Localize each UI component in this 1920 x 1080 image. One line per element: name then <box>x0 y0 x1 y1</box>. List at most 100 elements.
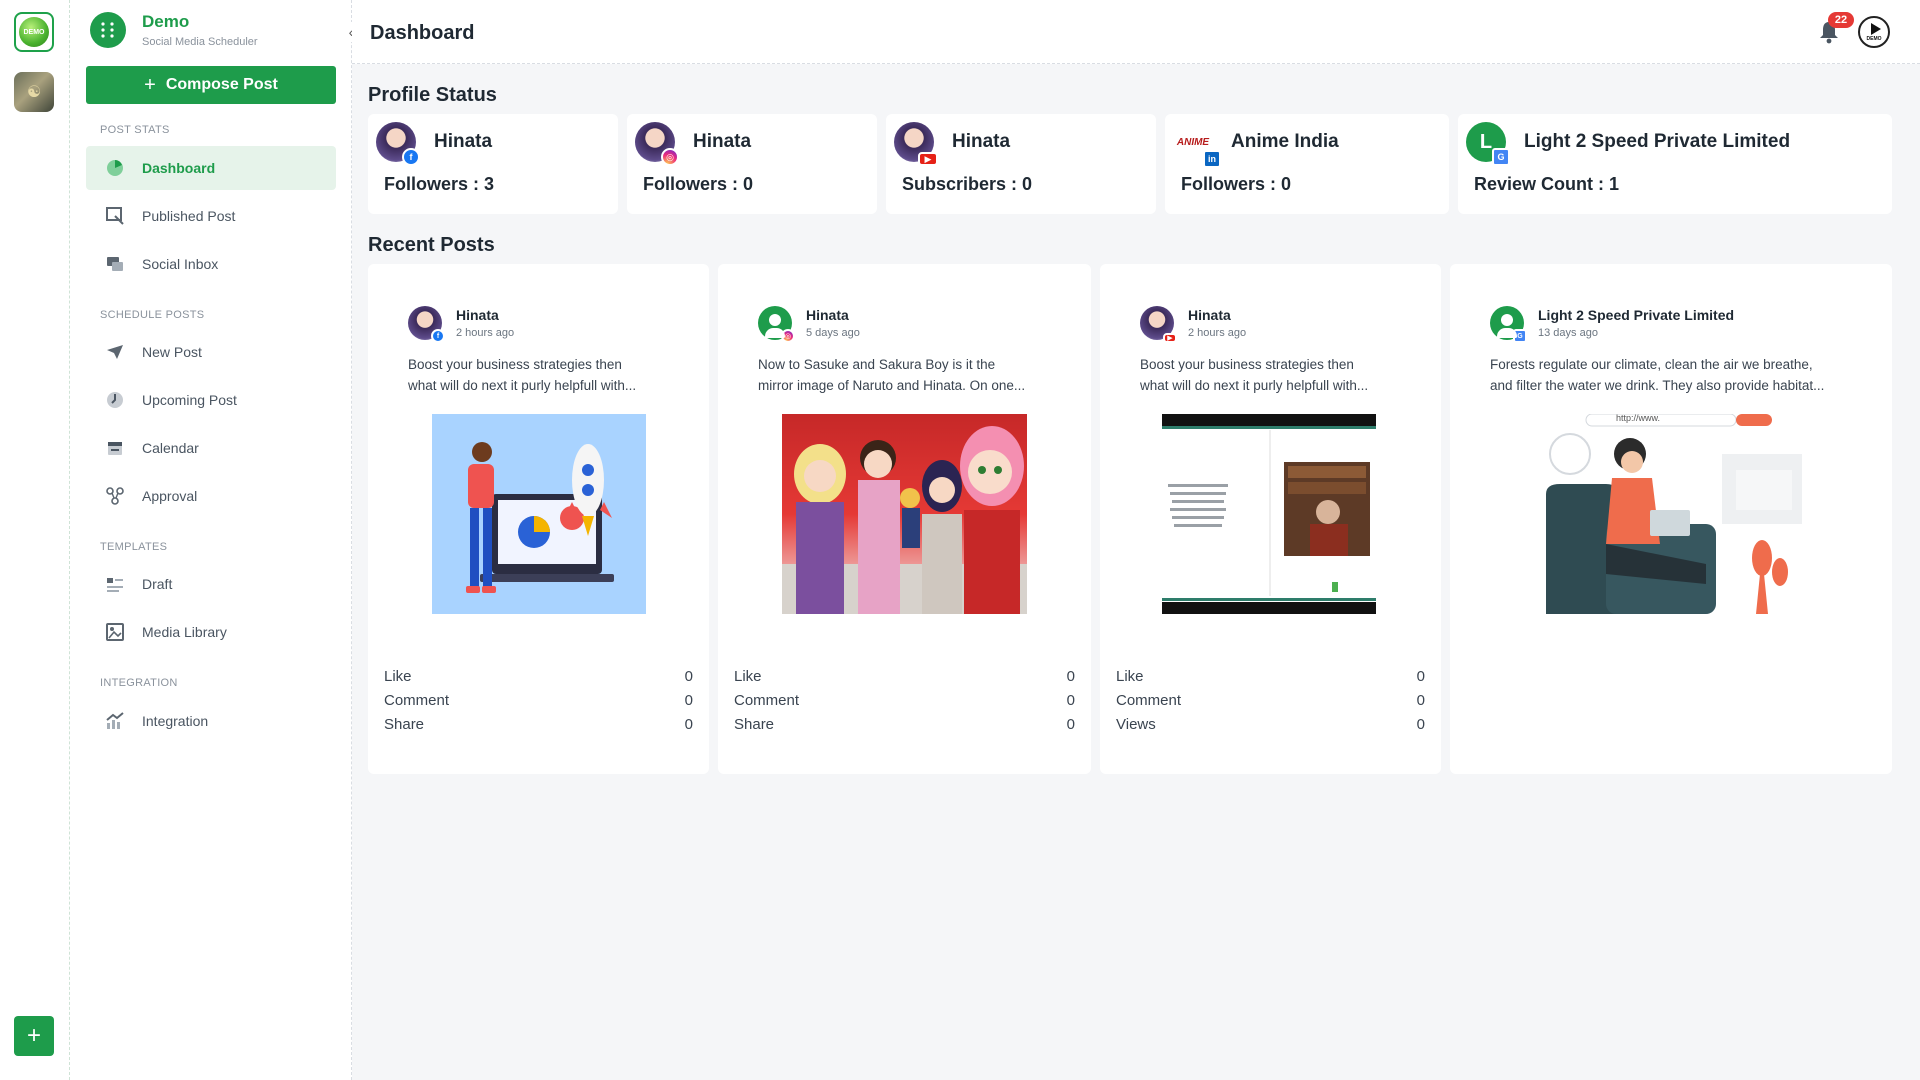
add-workspace-button[interactable]: + <box>14 1016 54 1056</box>
sidebar-item-dashboard[interactable]: Dashboard <box>86 146 336 190</box>
sidebar-item-label: Social Inbox <box>142 256 219 272</box>
media-library-icon <box>104 621 126 643</box>
post-card-google-business[interactable]: G Light 2 Speed Private Limited 13 days … <box>1450 264 1892 774</box>
post-image[interactable] <box>432 414 646 614</box>
workspace-anime[interactable]: ☯ <box>14 72 54 112</box>
url-text: http://www. <box>1616 414 1661 423</box>
avatar: G <box>1490 306 1527 343</box>
stat-row: Like 0 <box>734 668 1075 685</box>
compose-post-button[interactable]: + Compose Post <box>86 66 336 104</box>
instagram-icon: ◎ <box>781 329 795 343</box>
stat-label: Comment <box>1116 692 1182 709</box>
top-header: Dashboard 22 DEMO <box>352 0 1920 64</box>
post-author: Light 2 Speed Private Limited <box>1538 307 1735 323</box>
notification-badge: 22 <box>1828 12 1854 28</box>
demo-label: DEMO <box>1866 35 1882 42</box>
calendar-icon <box>104 437 126 459</box>
sidebar-item-label: Dashboard <box>142 160 216 176</box>
play-icon <box>1870 22 1881 35</box>
sidebar-item-media-library[interactable]: Media Library <box>86 610 336 654</box>
sidebar-item-calendar[interactable]: Calendar <box>86 426 336 470</box>
post-time: 5 days ago <box>806 327 860 339</box>
new-post-icon <box>104 341 126 363</box>
avatar: ◎ <box>758 306 795 343</box>
google-business-icon: G <box>1513 329 1527 343</box>
facebook-icon: f <box>402 148 420 166</box>
demo-play-button[interactable]: DEMO <box>1858 16 1890 48</box>
stat-label: Comment <box>734 692 800 709</box>
facebook-icon: f <box>431 329 445 343</box>
stat-row: Comment 0 <box>384 692 693 709</box>
profile-name: Light 2 Speed Private Limited <box>1524 131 1791 152</box>
post-text-line: Boost your business strategies then <box>408 357 622 372</box>
workspace-anime-logo: ☯ <box>26 84 42 101</box>
post-author: Hinata <box>806 307 849 323</box>
stat-value: 0 <box>1066 716 1075 733</box>
stat-row: Like 0 <box>1116 668 1425 685</box>
sidebar-item-label: Published Post <box>142 208 236 224</box>
sidebar: Demo Social Media Scheduler ‹ + Compose … <box>70 0 359 1080</box>
post-card-instagram[interactable]: ◎ Hinata 5 days ago Now to Sasuke and Sa… <box>718 264 1091 774</box>
stat-row: Comment 0 <box>1116 692 1425 709</box>
post-text: Boost your business strategies then what… <box>1140 354 1368 396</box>
brand-logo-icon <box>90 12 126 48</box>
post-text-line: Forests regulate our climate, clean the … <box>1490 357 1813 372</box>
avatar: ▶ <box>1140 306 1177 343</box>
google-business-icon: G <box>1492 148 1510 166</box>
youtube-icon: ▶ <box>918 152 938 166</box>
profile-stat: Review Count : 1 <box>1474 174 1620 194</box>
stat-row: Views 0 <box>1116 716 1425 733</box>
stat-value: 0 <box>1066 692 1075 709</box>
published-post-icon <box>104 205 126 227</box>
post-time: 2 hours ago <box>1188 327 1247 339</box>
post-author: Hinata <box>1188 307 1231 323</box>
section-post-stats: POST STATS <box>100 124 170 136</box>
profile-card-instagram[interactable]: ◎ Hinata Followers : 0 <box>627 114 877 214</box>
workspace-rail: DEMO ☯ + <box>0 0 70 1080</box>
dashboard-icon <box>104 157 126 179</box>
stat-label: Like <box>1116 668 1144 685</box>
stat-label: Views <box>1116 716 1156 733</box>
profile-card-facebook[interactable]: f Hinata Followers : 3 <box>368 114 618 214</box>
post-image[interactable] <box>1162 414 1376 614</box>
sidebar-item-social-inbox[interactable]: Social Inbox <box>86 242 336 286</box>
stat-row: Share 0 <box>734 716 1075 733</box>
page-title: Dashboard <box>370 22 475 44</box>
post-image[interactable]: http://www. <box>1546 414 1806 614</box>
sidebar-item-label: Media Library <box>142 624 227 640</box>
post-text-line: what will do next it purly helpfull with… <box>408 378 637 393</box>
post-text-line: mirror image of Naruto and Hinata. On on… <box>758 378 1026 393</box>
sidebar-item-approval[interactable]: Approval <box>86 474 336 518</box>
avatar: ◎ <box>635 122 679 166</box>
draft-icon <box>104 573 126 595</box>
brand: Demo Social Media Scheduler <box>90 12 258 48</box>
recent-posts-title: Recent Posts <box>368 234 495 256</box>
post-text: Forests regulate our climate, clean the … <box>1490 354 1824 396</box>
section-templates: TEMPLATES <box>100 541 168 553</box>
sidebar-item-published-post[interactable]: Published Post <box>86 194 336 238</box>
post-text: Now to Sasuke and Sakura Boy is it the m… <box>758 354 1025 396</box>
profile-card-google-business[interactable]: L G Light 2 Speed Private Limited Review… <box>1458 114 1892 214</box>
avatar: L G <box>1466 122 1510 166</box>
approval-icon <box>104 485 126 507</box>
workspace-demo[interactable]: DEMO <box>14 12 54 52</box>
stat-value: 0 <box>684 668 693 685</box>
social-inbox-icon <box>104 253 126 275</box>
avatar-initial: L <box>1479 130 1493 153</box>
avatar: ▶ <box>894 122 938 166</box>
stat-value: 0 <box>1416 716 1425 733</box>
profile-card-linkedin[interactable]: ANIME in Anime India Followers : 0 <box>1165 114 1449 214</box>
post-card-youtube[interactable]: ▶ Hinata 2 hours ago Boost your business… <box>1100 264 1441 774</box>
post-text: Boost your business strategies then what… <box>408 354 636 396</box>
post-time: 13 days ago <box>1538 327 1598 339</box>
section-schedule-posts: SCHEDULE POSTS <box>100 309 205 321</box>
stat-label: Like <box>384 668 412 685</box>
sidebar-item-draft[interactable]: Draft <box>86 562 336 606</box>
sidebar-item-upcoming-post[interactable]: Upcoming Post <box>86 378 336 422</box>
post-image[interactable] <box>782 414 1027 614</box>
stat-value: 0 <box>684 692 693 709</box>
post-card-facebook[interactable]: f Hinata 2 hours ago Boost your business… <box>368 264 709 774</box>
sidebar-item-new-post[interactable]: New Post <box>86 330 336 374</box>
sidebar-item-integration[interactable]: Integration <box>86 699 336 743</box>
profile-card-youtube[interactable]: ▶ Hinata Subscribers : 0 <box>886 114 1156 214</box>
